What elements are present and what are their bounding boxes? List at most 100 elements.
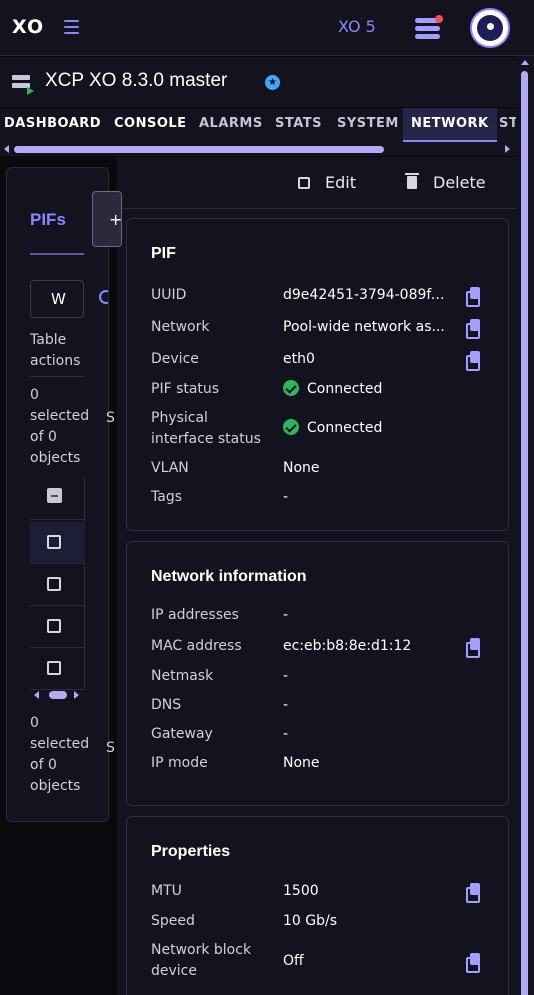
- divider: [30, 376, 84, 377]
- properties-card: Properties MTU 1500 Speed 10 Gb/s Networ…: [126, 816, 509, 995]
- row-label: IP mode: [151, 755, 208, 771]
- pif-card: PIF UUID d9e42451-3794-089f-... Network …: [126, 218, 509, 531]
- tab-console[interactable]: CONSOLE: [114, 108, 187, 142]
- nbd-value: Off: [283, 953, 304, 969]
- ip-mode-value: None: [283, 755, 320, 771]
- table-row[interactable]: [30, 648, 85, 690]
- tab-stats-truncated[interactable]: ST: [499, 108, 516, 142]
- page-scrollbar[interactable]: [516, 56, 534, 995]
- scroll-right-icon[interactable]: [505, 145, 510, 153]
- host-title: XCP XO 8.3.0 master: [45, 70, 228, 91]
- copy-icon[interactable]: [466, 638, 480, 658]
- copy-icon[interactable]: [466, 953, 480, 973]
- pif-actions-bar: Edit Delete: [117, 157, 516, 209]
- row-label: Netmask: [151, 668, 214, 684]
- row-checkbox[interactable]: [47, 577, 61, 591]
- table-row[interactable]: [30, 564, 85, 606]
- row-checkbox[interactable]: [47, 619, 61, 633]
- mac-address-value: ec:eb:b8:8e:d1:12: [283, 638, 412, 654]
- tab-stats[interactable]: STATS: [275, 108, 322, 142]
- row-label: UUID: [151, 287, 187, 303]
- physical-status-value: Connected: [307, 420, 383, 436]
- tasks-icon[interactable]: [415, 15, 443, 40]
- scrollbar-thumb[interactable]: [521, 71, 528, 995]
- search-icon[interactable]: [99, 290, 108, 304]
- table-row[interactable]: [30, 606, 85, 648]
- vlan-value: None: [283, 460, 320, 476]
- netmask-value: -: [283, 668, 289, 684]
- delete-button[interactable]: Delete: [433, 173, 486, 192]
- tab-dashboard[interactable]: DASHBOARD: [4, 108, 101, 142]
- user-avatar[interactable]: [470, 8, 510, 48]
- speed-value: 10 Gb/s: [283, 913, 338, 929]
- tab-alarms[interactable]: ALARMS: [199, 108, 263, 142]
- tabs-scrollbar[interactable]: [0, 142, 516, 156]
- row-label: Tags: [151, 489, 182, 505]
- menu-icon[interactable]: [64, 20, 79, 34]
- row-label: VLAN: [151, 460, 189, 476]
- network-value: Pool-wide network as...: [283, 319, 445, 335]
- host-tabs: DASHBOARD CONSOLE ALARMS STATS SYSTEM NE…: [0, 108, 516, 142]
- scroll-left-icon[interactable]: [34, 691, 39, 699]
- uuid-value: d9e42451-3794-089f-...: [283, 287, 448, 303]
- add-pif-button[interactable]: +: [92, 191, 122, 247]
- scroll-left-icon[interactable]: [4, 145, 9, 153]
- truncated-column-letter: S: [106, 740, 115, 756]
- host-titlebar: XCP XO 8.3.0 master ★: [0, 57, 516, 107]
- trash-icon[interactable]: [405, 173, 419, 189]
- table-scrollbar[interactable]: [30, 689, 85, 701]
- scroll-up-icon[interactable]: [521, 60, 529, 65]
- table-header-row: [30, 478, 85, 520]
- scrollbar-thumb[interactable]: [49, 691, 67, 699]
- row-label: Physical interface status: [151, 410, 261, 447]
- ip-addresses-value: -: [283, 607, 289, 623]
- tab-system[interactable]: SYSTEM: [337, 108, 399, 142]
- scroll-right-icon[interactable]: [74, 691, 79, 699]
- row-label: IP addresses: [151, 607, 239, 623]
- selection-count-top: 0 selected of 0 objects: [30, 387, 90, 466]
- network-info-card: Network information IP addresses - MAC a…: [126, 541, 509, 806]
- edit-button[interactable]: Edit: [325, 173, 356, 192]
- card-title: PIF: [151, 245, 176, 262]
- tags-value: -: [283, 489, 289, 505]
- pif-status-value: Connected: [307, 381, 383, 397]
- check-circle-icon: [283, 380, 299, 396]
- notification-dot: [435, 15, 443, 23]
- tab-network[interactable]: NETWORK: [403, 108, 497, 142]
- row-checkbox[interactable]: [47, 535, 61, 549]
- table-actions-label[interactable]: Table actions: [30, 330, 90, 372]
- scrollbar-thumb[interactable]: [14, 146, 384, 153]
- check-circle-icon: [283, 419, 299, 435]
- pifs-title: PIFs: [30, 210, 66, 229]
- copy-icon[interactable]: [466, 351, 480, 371]
- row-checkbox[interactable]: [47, 661, 61, 675]
- top-header: XO XO 5: [0, 0, 534, 56]
- device-value: eth0: [283, 351, 315, 367]
- master-star-icon: ★: [265, 75, 280, 90]
- row-label: Network block device: [151, 942, 252, 979]
- row-label: Device: [151, 351, 199, 367]
- select-all-checkbox[interactable]: [47, 488, 62, 503]
- host-running-icon: [12, 75, 34, 95]
- row-label: PIF status: [151, 381, 220, 397]
- card-title: Network information: [151, 568, 307, 585]
- row-label: Speed: [151, 913, 195, 929]
- search-input[interactable]: W: [30, 280, 84, 318]
- row-label: MAC address: [151, 638, 242, 654]
- row-label: DNS: [151, 697, 182, 713]
- copy-icon[interactable]: [466, 287, 480, 307]
- pifs-panel: PIFs W Table actions 0 selected of 0 obj…: [6, 167, 109, 822]
- dns-value: -: [283, 697, 289, 713]
- gateway-value: -: [283, 726, 289, 742]
- xo-logo[interactable]: XO: [12, 16, 44, 38]
- row-label: MTU: [151, 883, 182, 899]
- edit-icon[interactable]: [298, 177, 310, 189]
- card-title: Properties: [151, 843, 231, 860]
- copy-icon[interactable]: [466, 883, 480, 903]
- copy-icon[interactable]: [466, 319, 480, 339]
- truncated-column-letter: S: [106, 410, 115, 426]
- selection-count-bottom: 0 selected of 0 objects: [30, 715, 90, 794]
- row-label: Network: [151, 319, 210, 335]
- table-row[interactable]: [30, 522, 85, 564]
- xo5-version-link[interactable]: XO 5: [338, 17, 376, 36]
